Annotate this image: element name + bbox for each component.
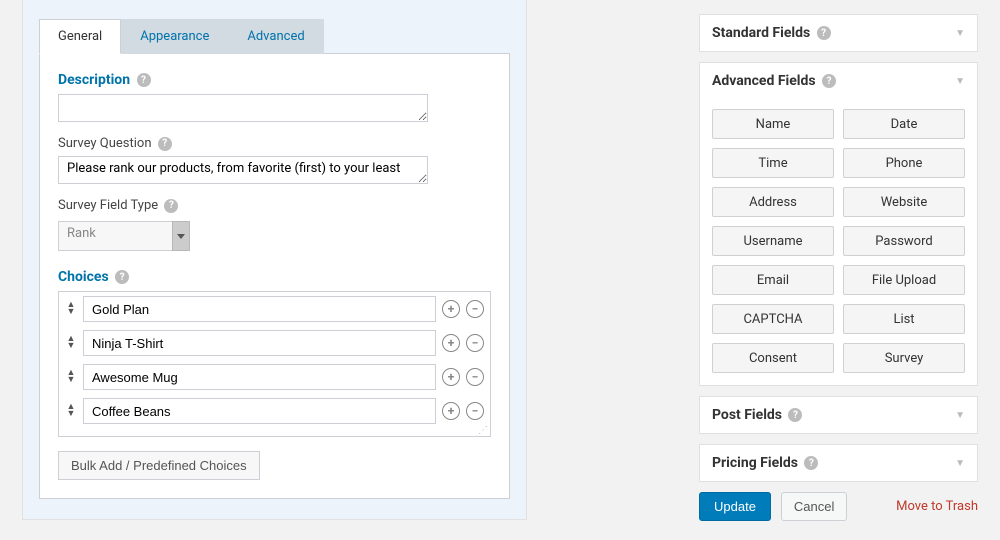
standard-fields-panel: Standard Fields ? ▼ xyxy=(699,14,978,52)
remove-choice-icon[interactable]: − xyxy=(466,300,484,318)
help-icon[interactable]: ? xyxy=(137,73,151,87)
publish-actions: Update Cancel Move to Trash xyxy=(699,492,978,521)
field-type-password[interactable]: Password xyxy=(843,226,965,256)
field-type-username[interactable]: Username xyxy=(712,226,834,256)
pricing-fields-toggle[interactable]: Pricing Fields ? ▼ xyxy=(700,445,977,481)
add-choice-icon[interactable]: + xyxy=(442,334,460,352)
chevron-down-icon: ▼ xyxy=(955,410,965,421)
chevron-down-icon: ▼ xyxy=(955,28,965,39)
tab-general[interactable]: General xyxy=(39,19,121,54)
post-fields-panel: Post Fields ? ▼ xyxy=(699,396,978,434)
tab-advanced[interactable]: Advanced xyxy=(228,19,323,54)
advanced-fields-panel: Advanced Fields ? ▼ Name Date Time Phone… xyxy=(699,62,978,386)
survey-question-label-text: Survey Question xyxy=(58,136,152,151)
help-icon[interactable]: ? xyxy=(804,456,818,470)
panel-title: Advanced Fields ? xyxy=(712,73,836,89)
drag-handle-icon[interactable]: ▲▼ xyxy=(65,404,77,418)
field-type-fileupload[interactable]: File Upload xyxy=(843,265,965,295)
advanced-fields-grid: Name Date Time Phone Address Website Use… xyxy=(700,99,977,385)
bulk-add-button[interactable]: Bulk Add / Predefined Choices xyxy=(58,451,260,480)
cancel-button[interactable]: Cancel xyxy=(781,492,847,521)
panel-title: Standard Fields ? xyxy=(712,25,831,41)
field-type-label: Survey Field Type ? xyxy=(58,198,491,213)
help-icon[interactable]: ? xyxy=(164,199,178,213)
field-type-phone[interactable]: Phone xyxy=(843,148,965,178)
field-type-select[interactable]: Rank xyxy=(58,221,190,251)
survey-question-label: Survey Question ? xyxy=(58,136,491,151)
tab-appearance[interactable]: Appearance xyxy=(121,19,228,54)
drag-handle-icon[interactable]: ▲▼ xyxy=(65,370,77,384)
choice-row: ▲▼ + − xyxy=(59,394,490,428)
field-type-website[interactable]: Website xyxy=(843,187,965,217)
sidebar: Standard Fields ? ▼ Advanced Fields ? ▼ … xyxy=(699,14,978,521)
pricing-fields-panel: Pricing Fields ? ▼ xyxy=(699,444,978,482)
field-type-consent[interactable]: Consent xyxy=(712,343,834,373)
choice-input[interactable] xyxy=(83,398,436,424)
add-choice-icon[interactable]: + xyxy=(442,300,460,318)
field-settings-panel: General Appearance Advanced Description … xyxy=(22,0,527,520)
help-icon[interactable]: ? xyxy=(817,26,831,40)
remove-choice-icon[interactable]: − xyxy=(466,368,484,386)
standard-fields-title: Standard Fields xyxy=(712,25,810,41)
field-type-list[interactable]: List xyxy=(843,304,965,334)
field-type-captcha[interactable]: CAPTCHA xyxy=(712,304,834,334)
field-type-name[interactable]: Name xyxy=(712,109,834,139)
move-to-trash-link[interactable]: Move to Trash xyxy=(896,499,978,514)
choice-input[interactable] xyxy=(83,296,436,322)
field-type-address[interactable]: Address xyxy=(712,187,834,217)
description-label: Description ? xyxy=(58,72,491,88)
remove-choice-icon[interactable]: − xyxy=(466,334,484,352)
choice-row: ▲▼ + − xyxy=(59,360,490,394)
settings-tabs: General Appearance Advanced xyxy=(39,18,510,53)
help-icon[interactable]: ? xyxy=(788,408,802,422)
add-choice-icon[interactable]: + xyxy=(442,368,460,386)
remove-choice-icon[interactable]: − xyxy=(466,402,484,420)
post-fields-toggle[interactable]: Post Fields ? ▼ xyxy=(700,397,977,433)
add-choice-icon[interactable]: + xyxy=(442,402,460,420)
update-button[interactable]: Update xyxy=(699,492,771,521)
choices-label: Choices ? xyxy=(58,269,491,285)
resize-handle-icon[interactable]: ⋰ xyxy=(59,428,490,436)
field-type-time[interactable]: Time xyxy=(712,148,834,178)
help-icon[interactable]: ? xyxy=(822,74,836,88)
drag-handle-icon[interactable]: ▲▼ xyxy=(65,336,77,350)
standard-fields-toggle[interactable]: Standard Fields ? ▼ xyxy=(700,15,977,51)
post-fields-title: Post Fields xyxy=(712,407,782,423)
field-type-survey[interactable]: Survey xyxy=(843,343,965,373)
choice-row: ▲▼ + − xyxy=(59,326,490,360)
panel-title: Pricing Fields ? xyxy=(712,455,818,471)
field-type-date[interactable]: Date xyxy=(843,109,965,139)
field-type-value: Rank xyxy=(58,221,173,251)
pricing-fields-title: Pricing Fields xyxy=(712,455,798,471)
choice-row: ▲▼ + − xyxy=(59,292,490,326)
survey-question-input[interactable]: Please rank our products, from favorite … xyxy=(58,156,428,184)
chevron-down-icon[interactable] xyxy=(172,221,190,251)
description-input[interactable] xyxy=(58,94,428,122)
field-type-label-text: Survey Field Type xyxy=(58,198,158,213)
help-icon[interactable]: ? xyxy=(115,270,129,284)
tab-panel-general: Description ? Survey Question ? Please r… xyxy=(39,53,510,499)
chevron-down-icon: ▼ xyxy=(955,76,965,87)
drag-handle-icon[interactable]: ▲▼ xyxy=(65,302,77,316)
help-icon[interactable]: ? xyxy=(158,137,172,151)
choice-input[interactable] xyxy=(83,330,436,356)
field-type-email[interactable]: Email xyxy=(712,265,834,295)
description-label-text: Description xyxy=(58,72,130,88)
choices-label-text: Choices xyxy=(58,269,109,285)
chevron-down-icon: ▼ xyxy=(955,458,965,469)
choice-input[interactable] xyxy=(83,364,436,390)
advanced-fields-toggle[interactable]: Advanced Fields ? ▼ xyxy=(700,63,977,99)
choices-list: ▲▼ + − ▲▼ + − ▲▼ + − ▲▼ + − xyxy=(58,291,491,437)
advanced-fields-title: Advanced Fields xyxy=(712,73,816,89)
panel-title: Post Fields ? xyxy=(712,407,802,423)
